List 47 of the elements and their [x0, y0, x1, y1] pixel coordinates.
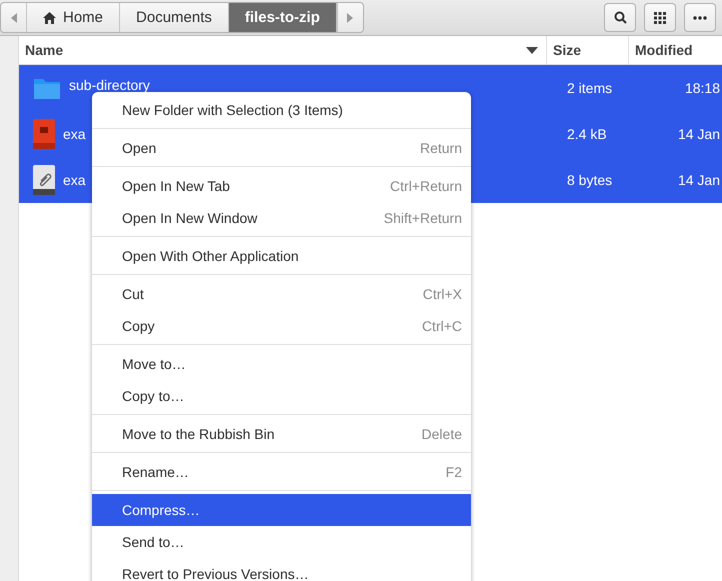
menu-item[interactable]: Move to the Rubbish Bin Delete [92, 418, 471, 450]
grid-icon [654, 12, 666, 24]
menu-item[interactable]: Revert to Previous Versions… [92, 558, 471, 581]
right-arrow-icon [347, 12, 354, 22]
menu-shortcut: Return [420, 140, 462, 156]
column-header[interactable]: Size [546, 36, 628, 64]
path-crumb[interactable]: Home [27, 3, 120, 32]
column-header[interactable]: Modified [628, 36, 722, 64]
menu-item[interactable]: Copy to… [92, 380, 471, 412]
left-arrow-icon [10, 12, 16, 22]
column-header[interactable]: Name [19, 36, 546, 64]
menu-shortcut: Shift+Return [384, 210, 462, 226]
menu-item[interactable]: Open In New Tab Ctrl+Return [92, 170, 471, 202]
sort-caret-icon [526, 46, 538, 54]
menu-item[interactable]: Move to… [92, 348, 471, 380]
image-file-icon [33, 119, 55, 149]
menu-item[interactable]: Open In New Window Shift+Return [92, 202, 471, 234]
menu-item[interactable]: Compress… [92, 494, 471, 526]
file-size: 2 items [566, 80, 614, 96]
search-button[interactable] [604, 3, 636, 32]
file-name: sub-directory [69, 77, 150, 93]
more-icon [693, 16, 707, 20]
menu-shortcut: F2 [446, 464, 462, 480]
file-modified: 14 Jan [676, 126, 721, 142]
menu-shortcut: Ctrl+C [422, 318, 462, 334]
home-icon [43, 12, 56, 24]
path-crumb[interactable]: files-to-zip [228, 3, 337, 32]
folder-icon [33, 76, 61, 100]
file-name: exa [63, 172, 86, 188]
menu-item[interactable]: Open Return [92, 132, 471, 164]
menu-item[interactable]: Open With Other Application [92, 240, 471, 272]
menu-shortcut: Ctrl+X [422, 286, 462, 302]
file-size: 2.4 kB [566, 126, 608, 142]
file-name: exa [63, 126, 86, 142]
menu-item[interactable]: Cut Ctrl+X [92, 278, 471, 310]
menu-shortcut: Delete [422, 426, 462, 442]
menu-item[interactable]: Copy Ctrl+C [92, 310, 471, 342]
menu-shortcut: Ctrl+Return [390, 178, 462, 194]
file-modified: 14 Jan [676, 172, 721, 188]
menu-item[interactable]: Rename… F2 [92, 456, 471, 488]
grid-view-button[interactable] [644, 3, 676, 32]
search-icon [614, 11, 626, 24]
file-modified: 18:18 [684, 80, 721, 96]
menu-item[interactable]: Send to… [92, 526, 471, 558]
file-size: 8 bytes [566, 172, 614, 188]
more-button[interactable] [684, 3, 716, 32]
paperclip-file-icon [33, 165, 55, 195]
